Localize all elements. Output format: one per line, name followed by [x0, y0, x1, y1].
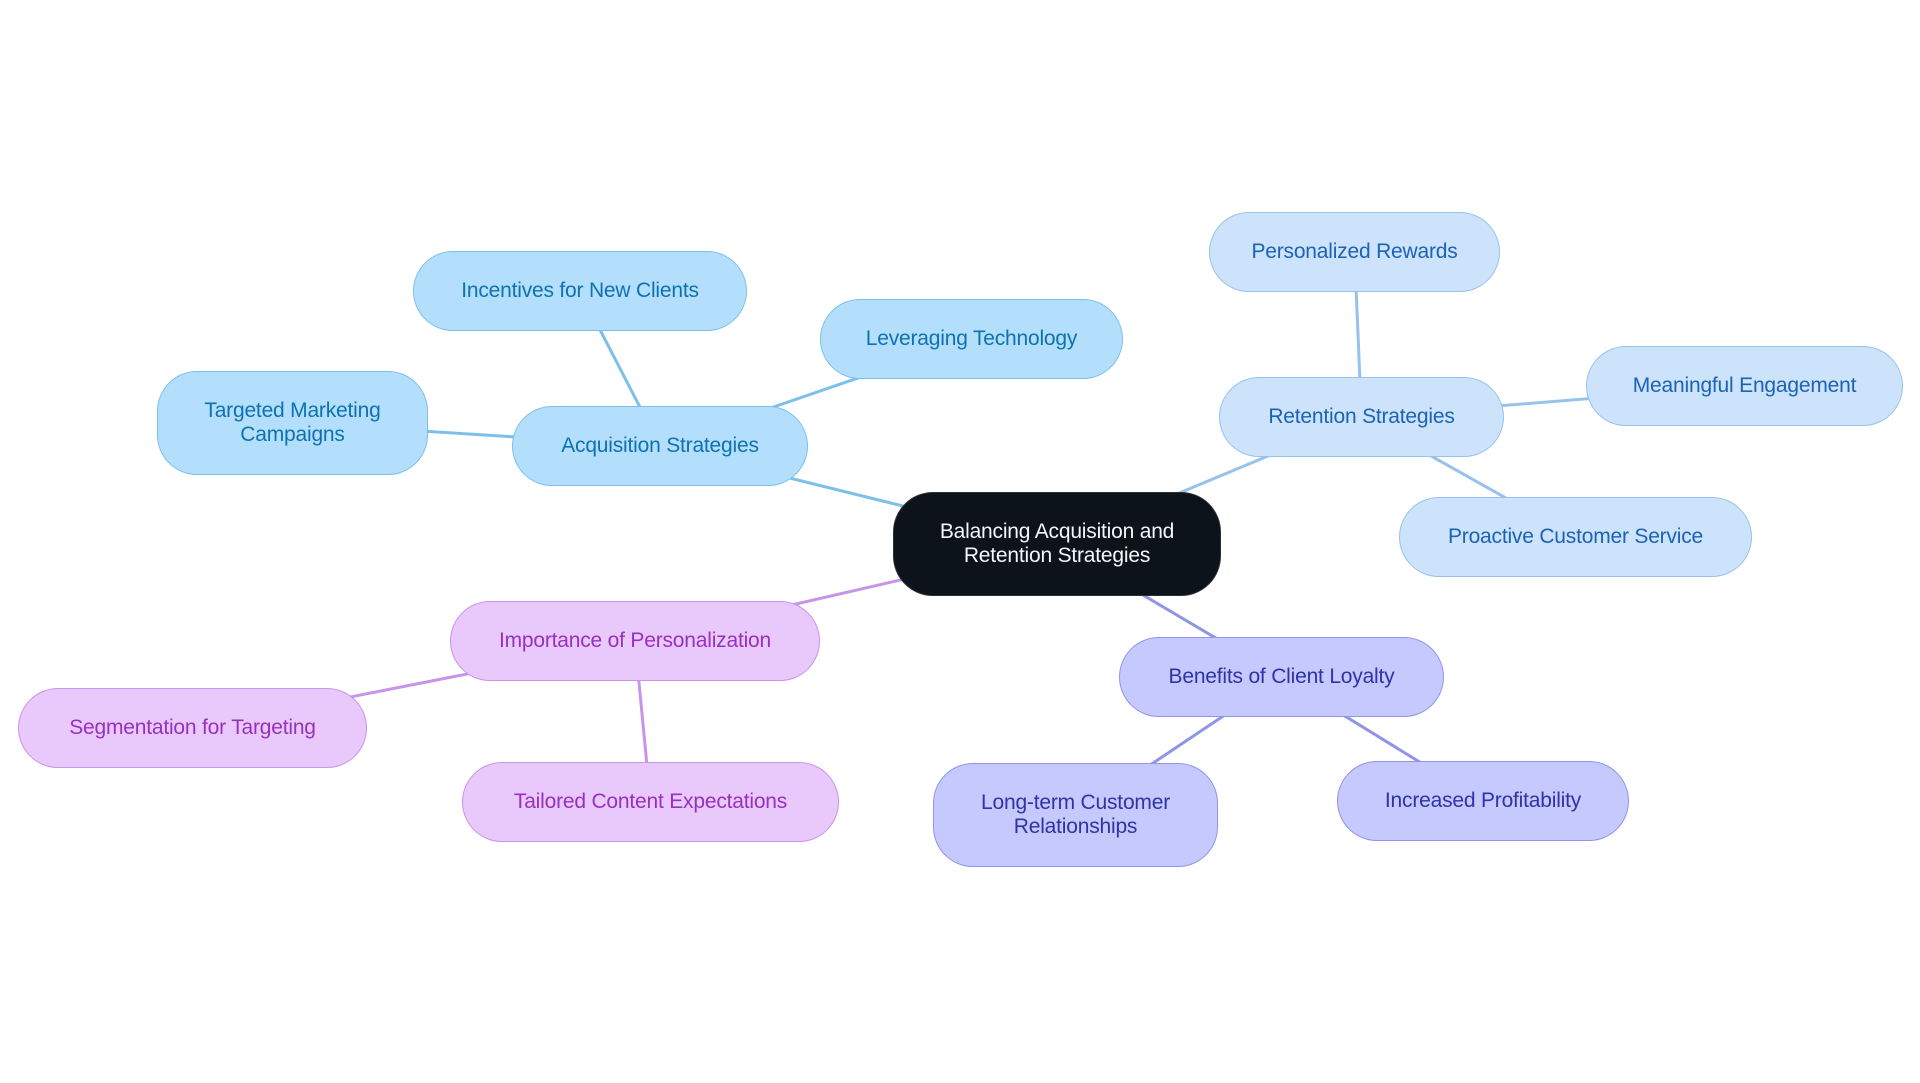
node-label: Proactive Customer Service — [1447, 525, 1704, 548]
leaf-node-increased-profitability[interactable]: Increased Profitability — [1337, 761, 1629, 841]
leaf-node-proactive-customer-service[interactable]: Proactive Customer Service — [1399, 497, 1752, 577]
branch-node-benefits-of-client-loyalty[interactable]: Benefits of Client Loyalty — [1119, 637, 1444, 717]
leaf-node-personalized-rewards[interactable]: Personalized Rewards — [1209, 212, 1500, 292]
node-label: Retention Strategies — [1268, 405, 1455, 428]
node-label: Personalized Rewards — [1251, 240, 1458, 263]
branch-node-retention-strategies[interactable]: Retention Strategies — [1219, 377, 1504, 457]
leaf-node-tailored-content-expectations[interactable]: Tailored Content Expectations — [462, 762, 839, 842]
node-label: Incentives for New Clients — [461, 279, 699, 302]
node-label: Leveraging Technology — [865, 327, 1078, 350]
node-label: Increased Profitability — [1384, 789, 1582, 812]
node-label: Meaningful Engagement — [1632, 374, 1857, 397]
node-label: Importance of Personalization — [498, 629, 772, 652]
leaf-node-targeted-marketing-campaigns[interactable]: Targeted Marketing Campaigns — [157, 371, 428, 475]
leaf-node-meaningful-engagement[interactable]: Meaningful Engagement — [1586, 346, 1903, 426]
branch-node-acquisition-strategies[interactable]: Acquisition Strategies — [512, 406, 808, 486]
leaf-node-incentives-for-new-clients[interactable]: Incentives for New Clients — [413, 251, 747, 331]
root-node[interactable]: Balancing Acquisition and Retention Strat… — [893, 492, 1221, 596]
branch-node-importance-of-personalization[interactable]: Importance of Personalization — [450, 601, 820, 681]
leaf-node-leveraging-technology[interactable]: Leveraging Technology — [820, 299, 1123, 379]
node-label: Acquisition Strategies — [561, 434, 759, 457]
leaf-node-long-term-customer-relationships[interactable]: Long-term Customer Relationships — [933, 763, 1218, 867]
node-label: Segmentation for Targeting — [69, 716, 316, 739]
node-label: Long-term Customer Relationships — [981, 791, 1170, 838]
node-label: Benefits of Client Loyalty — [1168, 665, 1395, 688]
root-node-label: Balancing Acquisition and Retention Strat… — [939, 520, 1175, 567]
node-label: Targeted Marketing Campaigns — [204, 399, 381, 446]
leaf-node-segmentation-for-targeting[interactable]: Segmentation for Targeting — [18, 688, 367, 768]
node-label: Tailored Content Expectations — [513, 790, 788, 813]
